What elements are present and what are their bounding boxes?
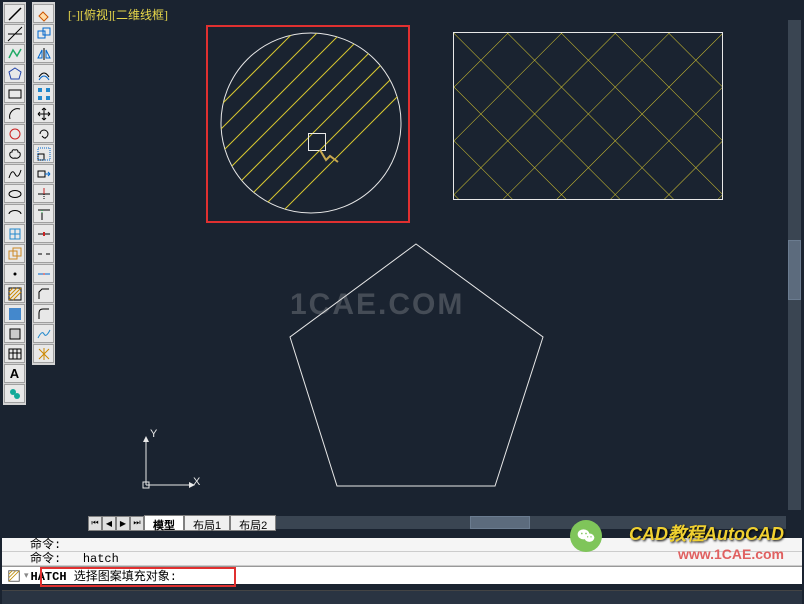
ucs-x-label: X [193,476,200,488]
table-tool[interactable] [4,344,25,363]
hatch-tool[interactable] [4,284,25,303]
vertical-scrollbar[interactable] [788,20,801,510]
erase-tool[interactable] [33,4,54,23]
command-history-line-1: 命令: [2,538,802,552]
layout-tabs: ⏮ ◀ ▶ ⏭ 模型 布局1 布局2 [88,514,276,532]
make-block-tool[interactable] [4,244,25,263]
command-history-line-2: 命令: hatch [2,552,802,566]
region-tool[interactable] [4,324,25,343]
chamfer-tool[interactable] [33,284,54,303]
arc-tool[interactable] [4,104,25,123]
tab-last-button[interactable]: ⏭ [130,516,144,531]
cmd-value: hatch [83,552,119,566]
cmd-prompt-text: 选择图案填充对象: [67,570,177,584]
drawing-canvas[interactable]: Y X [60,0,804,510]
tab-first-button[interactable]: ⏮ [88,516,102,531]
extend-tool[interactable] [33,204,54,223]
rectangle-tool[interactable] [4,84,25,103]
pentagon-shape[interactable] [288,240,551,489]
point-tool[interactable] [4,264,25,283]
mirror-tool[interactable] [33,44,54,63]
circle-tool[interactable] [4,124,25,143]
offset-tool[interactable] [33,64,54,83]
hatched-circle[interactable] [210,28,408,220]
line-tool[interactable] [4,4,25,23]
command-icon[interactable] [4,568,24,583]
ucs-y-label: Y [150,428,157,440]
cursor-pointer-icon [316,148,346,168]
join-tool[interactable] [33,264,54,283]
tab-next-button[interactable]: ▶ [116,516,130,531]
tab-layout1[interactable]: 布局1 [184,515,230,531]
horizontal-scrollbar-thumb[interactable] [470,516,530,529]
array-tool[interactable] [33,84,54,103]
tab-layout2[interactable]: 布局2 [230,515,276,531]
ellipse-tool[interactable] [4,184,25,203]
cmd-name: HATCH [31,570,67,584]
move-tool[interactable] [33,104,54,123]
tab-model[interactable]: 模型 [144,515,184,531]
break-tool[interactable] [33,244,54,263]
construction-line-tool[interactable] [4,24,25,43]
cmd-label: 命令: [30,552,61,566]
modify-toolbar [32,2,55,365]
command-window: 命令: 命令: hatch ▾ HATCH 选择图案填充对象: [2,538,802,584]
ellipse-arc-tool[interactable] [4,204,25,223]
mtext-tool[interactable]: A [4,364,25,383]
status-bar [2,590,802,604]
gradient-tool[interactable] [4,304,25,323]
rotate-tool[interactable] [33,124,54,143]
break-at-point-tool[interactable] [33,224,54,243]
blend-tool[interactable] [33,324,54,343]
draw-toolbar: A [3,2,26,405]
insert-block-tool[interactable] [4,224,25,243]
tab-prev-button[interactable]: ◀ [102,516,116,531]
polygon-tool[interactable] [4,64,25,83]
polyline-tool[interactable] [4,44,25,63]
trim-tool[interactable] [33,184,54,203]
add-selected-tool[interactable] [4,384,25,403]
vertical-scrollbar-thumb[interactable] [788,240,801,300]
spline-tool[interactable] [4,164,25,183]
fillet-tool[interactable] [33,304,54,323]
viewport-label[interactable]: [-][俯视][二维线框] [68,6,168,23]
ucs-icon: Y X [138,432,198,492]
scale-tool[interactable] [33,144,54,163]
command-input-row[interactable]: ▾ HATCH 选择图案填充对象: [2,566,802,584]
command-prompt: HATCH 选择图案填充对象: [29,567,179,584]
copy-tool[interactable] [33,24,54,43]
stretch-tool[interactable] [33,164,54,183]
explode-tool[interactable] [33,344,54,363]
revision-cloud-tool[interactable] [4,144,25,163]
crosshatch-rectangle[interactable] [453,32,723,200]
horizontal-scrollbar[interactable] [260,516,786,529]
